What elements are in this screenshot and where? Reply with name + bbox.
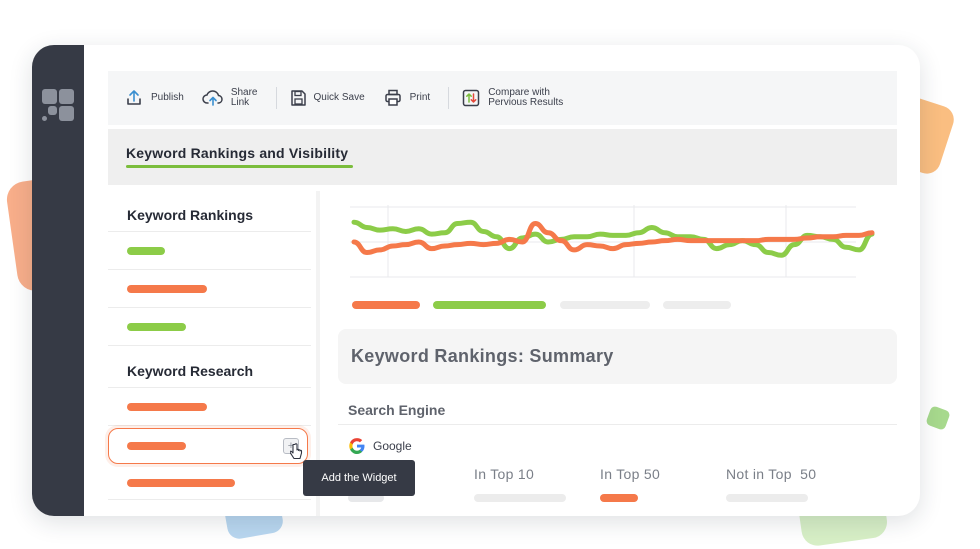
legend-pill-grey (560, 301, 650, 309)
search-engine-row[interactable]: Google (348, 437, 412, 455)
floppy-disk-icon (290, 90, 306, 106)
row-divider (108, 425, 311, 426)
selected-list-item[interactable]: + (108, 428, 308, 464)
row-divider (108, 231, 311, 232)
row-divider (338, 424, 897, 425)
google-icon (349, 438, 365, 454)
legend-pill-green (433, 301, 546, 309)
cloud-upload-icon (202, 90, 223, 106)
summary-title: Keyword Rankings: Summary (351, 346, 614, 366)
list-item-placeholder[interactable] (127, 247, 165, 255)
widget-list: Keyword Rankings Keyword Research + (108, 191, 311, 516)
row-divider (108, 307, 311, 308)
compare-label: Compare with Pervious Results (488, 88, 563, 108)
section-title-keyword-rankings: Keyword Rankings (127, 207, 254, 223)
app-window: Publish Share Link Quick Save Print Comp… (32, 45, 920, 516)
section-title-keyword-research: Keyword Research (127, 363, 254, 379)
share-link-label: Share Link (231, 88, 258, 108)
publish-button[interactable]: Publish (124, 88, 184, 108)
column-header-top50: In Top 50 (600, 466, 661, 482)
section-header: Keyword Rankings and Visibility (108, 129, 897, 185)
row-divider (108, 499, 311, 500)
add-widget-tooltip: Add the Widget (303, 460, 415, 496)
row-divider (108, 345, 311, 346)
compare-label-line2: Pervious Results (488, 97, 564, 108)
value-placeholder (600, 494, 638, 502)
list-item-placeholder[interactable] (127, 323, 186, 331)
column-header-not-top50: Not in Top 50 (726, 466, 817, 482)
search-engine-name: Google (373, 439, 412, 453)
chart-series-line-1 (351, 221, 875, 256)
quick-save-label: Quick Save (313, 92, 365, 103)
upload-icon (127, 90, 141, 105)
legend-pill-grey (663, 301, 731, 309)
print-button[interactable]: Print (383, 88, 431, 108)
publish-label: Publish (151, 92, 184, 103)
compare-button[interactable]: Compare with Pervious Results (461, 88, 563, 108)
row-divider (108, 269, 311, 270)
toolbar-divider (448, 87, 450, 109)
list-item-placeholder[interactable] (127, 479, 235, 487)
row-divider (108, 387, 311, 388)
rankings-line-chart (350, 205, 875, 278)
app-logo-grid-icon[interactable] (40, 87, 76, 123)
share-label-line2: Link (230, 97, 250, 108)
decorative-blob-green-small (925, 405, 951, 431)
print-label: Print (409, 92, 431, 103)
active-tab-underline (126, 165, 353, 168)
value-placeholder (726, 494, 808, 502)
printer-icon (384, 89, 401, 106)
summary-header: Keyword Rankings: Summary (338, 329, 897, 384)
list-item-placeholder[interactable] (127, 403, 207, 411)
toolbar-divider (275, 87, 277, 109)
page-title[interactable]: Keyword Rankings and Visibility (126, 145, 348, 161)
pointer-hand-icon (290, 443, 303, 460)
legend-pill-orange (352, 301, 420, 309)
compare-arrows-icon (462, 89, 480, 107)
search-engine-label: Search Engine (348, 402, 446, 418)
list-item-placeholder[interactable] (127, 285, 207, 293)
sidebar (32, 45, 84, 516)
column-header-top10: In Top 10 (474, 466, 535, 482)
quick-save-button[interactable]: Quick Save (289, 89, 365, 107)
value-placeholder (474, 494, 566, 502)
list-item-placeholder (127, 442, 186, 450)
toolbar: Publish Share Link Quick Save Print Comp… (108, 71, 897, 125)
share-link-button[interactable]: Share Link (202, 88, 258, 108)
